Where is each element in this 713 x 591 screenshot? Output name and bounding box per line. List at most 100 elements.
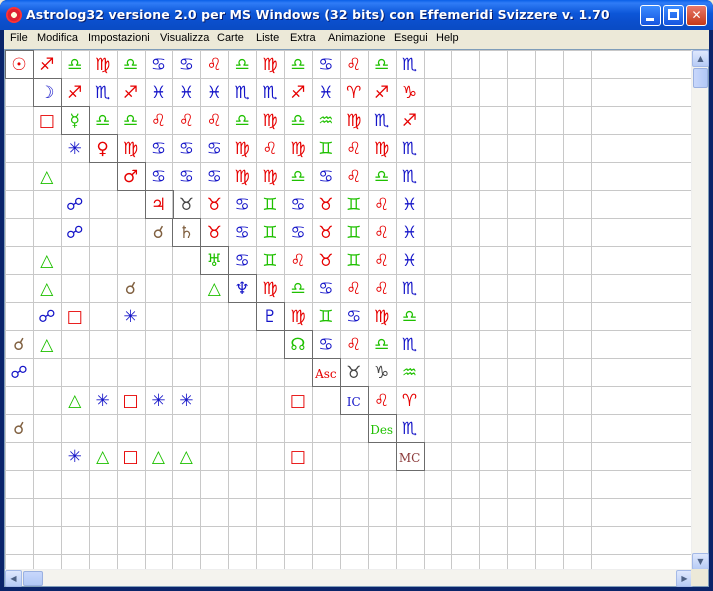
aspect-grid-view[interactable]: ☉ ♐ ♎ ♍ ♎ ♋ ♋ ♌ ♎ ♍ ♎ ♋ ♌ ♎ ♏ ☽ ♐ ♏ ♐ ♓ ♓ ♓ ♏ ♏ ♐ ♓ ♈ ♐ ♑ □ ☿ ♎ ♎ ♌ ♌ ♌ ♎ ♍ ♎ ♒… bbox=[5, 50, 693, 570]
virgo-glyph: ♍ bbox=[262, 167, 277, 187]
menu-esegui[interactable]: Esegui bbox=[394, 32, 428, 44]
minimize-button[interactable] bbox=[640, 5, 661, 26]
capricorn-glyph: ♑ bbox=[374, 363, 389, 383]
uranus-glyph: ♅ bbox=[207, 251, 222, 271]
moon-glyph: ☽ bbox=[39, 83, 54, 103]
taurus-glyph: ♉ bbox=[207, 195, 222, 215]
scorpio-glyph: ♏ bbox=[402, 335, 417, 355]
cancer-glyph: ♋ bbox=[318, 167, 333, 187]
leo-glyph: ♌ bbox=[346, 139, 361, 159]
gemini-glyph: ♊ bbox=[318, 139, 333, 159]
libra-glyph: ♎ bbox=[290, 279, 305, 299]
virgo-glyph: ♍ bbox=[262, 279, 277, 299]
vertical-scrollbar[interactable]: ▲ ▼ bbox=[691, 50, 709, 570]
virgo-glyph: ♍ bbox=[95, 55, 110, 75]
scroll-down-button[interactable]: ▼ bbox=[692, 553, 709, 570]
conjunction-aspect: ☌ bbox=[125, 279, 136, 299]
astrolog-app-icon[interactable] bbox=[6, 7, 22, 23]
cancer-glyph: ♋ bbox=[235, 251, 250, 271]
trine-aspect: △ bbox=[40, 251, 54, 271]
aries-glyph: ♈ bbox=[402, 391, 417, 411]
taurus-glyph: ♉ bbox=[346, 363, 361, 383]
arrow-right-icon: ▶ bbox=[681, 574, 688, 583]
ascendant-label: Asc bbox=[314, 367, 337, 381]
cancer-glyph: ♋ bbox=[179, 139, 194, 159]
minimize-icon bbox=[646, 18, 654, 21]
menu-carte[interactable]: Carte bbox=[217, 32, 244, 44]
taurus-glyph: ♉ bbox=[207, 223, 222, 243]
menu-file[interactable]: File bbox=[10, 32, 28, 44]
menu-modifica[interactable]: Modifica bbox=[37, 32, 78, 44]
trine-aspect: △ bbox=[40, 335, 54, 355]
close-icon: ✕ bbox=[691, 8, 702, 22]
opposition-aspect: ☍ bbox=[10, 363, 27, 383]
leo-glyph: ♌ bbox=[262, 139, 277, 159]
horizontal-scrollbar[interactable]: ◀ ▶ bbox=[5, 569, 693, 587]
leo-glyph: ♌ bbox=[374, 195, 389, 215]
pisces-glyph: ♓ bbox=[402, 223, 417, 243]
virgo-glyph: ♍ bbox=[235, 139, 250, 159]
sagittarius-glyph: ♐ bbox=[402, 111, 417, 131]
taurus-glyph: ♉ bbox=[318, 195, 333, 215]
pluto-glyph: ♇ bbox=[262, 307, 277, 327]
leo-glyph: ♌ bbox=[207, 55, 222, 75]
scorpio-glyph: ♏ bbox=[402, 279, 417, 299]
pisces-glyph: ♓ bbox=[402, 251, 417, 271]
gemini-glyph: ♊ bbox=[262, 223, 277, 243]
square-aspect: □ bbox=[123, 447, 139, 467]
title-bar[interactable]: Astrolog32 versione 2.0 per MS Windows (… bbox=[0, 0, 713, 30]
scroll-left-button[interactable]: ◀ bbox=[5, 570, 22, 587]
virgo-glyph: ♍ bbox=[290, 307, 305, 327]
scorpio-glyph: ♏ bbox=[262, 83, 277, 103]
square-aspect: □ bbox=[290, 391, 306, 411]
cancer-glyph: ♋ bbox=[151, 55, 166, 75]
square-aspect: □ bbox=[290, 447, 306, 467]
aquarius-glyph: ♒ bbox=[402, 363, 417, 383]
scorpio-glyph: ♏ bbox=[402, 55, 417, 75]
menu-extra[interactable]: Extra bbox=[290, 32, 316, 44]
libra-glyph: ♎ bbox=[290, 111, 305, 131]
opposition-aspect: ☍ bbox=[66, 195, 83, 215]
leo-glyph: ♌ bbox=[346, 55, 361, 75]
menu-animazione[interactable]: Animazione bbox=[328, 32, 385, 44]
mercury-glyph: ☿ bbox=[70, 111, 80, 131]
leo-glyph: ♌ bbox=[374, 251, 389, 271]
sextile-aspect: ✳ bbox=[151, 391, 165, 411]
opposition-aspect: ☍ bbox=[38, 307, 55, 327]
virgo-glyph: ♍ bbox=[262, 55, 277, 75]
square-aspect: □ bbox=[39, 111, 55, 131]
menu-bar: File Modifica Impostazioni Visualizza Ca… bbox=[4, 30, 709, 49]
pisces-glyph: ♓ bbox=[402, 195, 417, 215]
sun-glyph: ☉ bbox=[11, 55, 26, 75]
cancer-glyph: ♋ bbox=[151, 167, 166, 187]
trine-aspect: △ bbox=[40, 167, 54, 187]
venus-glyph: ♀ bbox=[96, 139, 108, 159]
vertical-scroll-thumb[interactable] bbox=[693, 68, 708, 88]
leo-glyph: ♌ bbox=[346, 279, 361, 299]
sagittarius-glyph: ♐ bbox=[67, 83, 82, 103]
trine-aspect: △ bbox=[180, 447, 194, 467]
aquarius-glyph: ♒ bbox=[318, 111, 333, 131]
libra-glyph: ♎ bbox=[374, 167, 389, 187]
scorpio-glyph: ♏ bbox=[402, 167, 417, 187]
arrow-up-icon: ▲ bbox=[697, 54, 704, 63]
menu-impostazioni[interactable]: Impostazioni bbox=[88, 32, 150, 44]
menu-liste[interactable]: Liste bbox=[256, 32, 279, 44]
conjunction-aspect: ☌ bbox=[153, 223, 164, 243]
arrow-down-icon: ▼ bbox=[697, 557, 704, 566]
libra-glyph: ♎ bbox=[402, 307, 417, 327]
maximize-button[interactable] bbox=[663, 5, 684, 26]
cancer-glyph: ♋ bbox=[290, 223, 305, 243]
trine-aspect: △ bbox=[96, 447, 110, 467]
cancer-glyph: ♋ bbox=[235, 223, 250, 243]
scorpio-glyph: ♏ bbox=[235, 83, 250, 103]
gemini-glyph: ♊ bbox=[262, 251, 277, 271]
trine-aspect: △ bbox=[208, 279, 222, 299]
gemini-glyph: ♊ bbox=[346, 223, 361, 243]
menu-visualizza[interactable]: Visualizza bbox=[160, 32, 209, 44]
close-button[interactable]: ✕ bbox=[686, 5, 707, 26]
menu-help[interactable]: Help bbox=[436, 32, 459, 44]
horizontal-scroll-thumb[interactable] bbox=[23, 571, 43, 586]
libra-glyph: ♎ bbox=[290, 55, 305, 75]
scroll-up-button[interactable]: ▲ bbox=[692, 50, 709, 67]
